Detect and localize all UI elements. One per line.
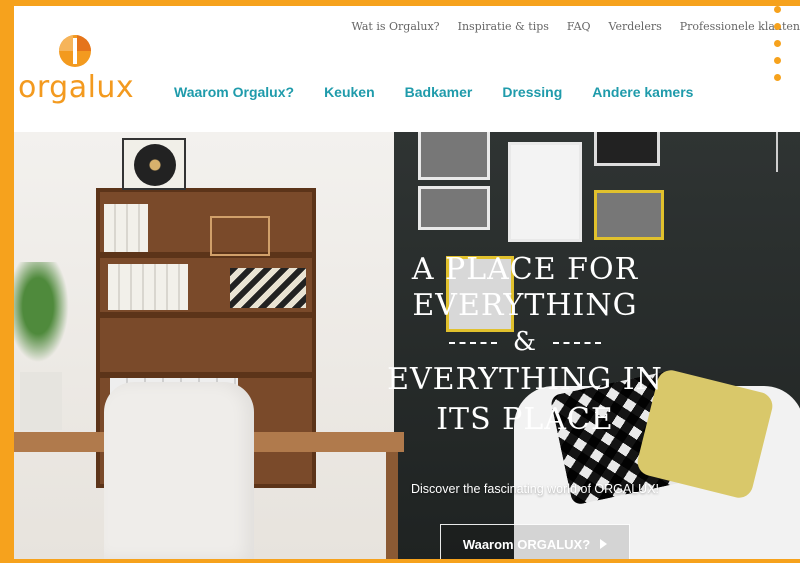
topnav-item-faq[interactable]: FAQ [567,20,591,33]
book-row [104,204,148,252]
vinyl-record-frame [122,138,186,190]
orgalux-logo-icon [59,35,91,67]
hero-headline-line3: EVERYTHING IN ITS PLACE [387,362,663,437]
mainnav-item-andere-kamers[interactable]: Andere kamers [592,84,693,100]
hero-headline-line1: A PLACE FOR EVERYTHING [411,252,639,323]
dashed-divider [448,342,497,344]
wall-picture [594,190,664,240]
shelf-board [100,252,312,258]
potted-plant [14,262,74,372]
hero-subtitle: Discover the fascinating world of ORGALU… [410,482,660,496]
white-chair [104,382,254,559]
webpage: orgalux Wat is Orgalux? Inspiratie & tip… [14,6,800,559]
wall-picture [594,132,660,166]
wall-picture [508,142,582,242]
chevron-storage-box [230,268,306,308]
pendant-lamp-cord [776,132,778,172]
top-navigation: Wat is Orgalux? Inspiratie & tips FAQ Ve… [352,20,800,33]
wall-picture [418,186,490,230]
plant-pot [20,372,62,430]
mainnav-item-badkamer[interactable]: Badkamer [405,84,473,100]
menu-dot [774,23,781,30]
wall-picture [418,132,490,180]
topnav-item-inspiratie[interactable]: Inspiratie & tips [458,20,549,33]
mainnav-item-waarom[interactable]: Waarom Orgalux? [174,84,294,100]
vinyl-disc-icon [134,144,176,186]
mainnav-item-keuken[interactable]: Keuken [324,84,375,100]
logo[interactable]: orgalux [18,30,134,110]
waarom-orgalux-button[interactable]: Waarom ORGALUX? [440,524,630,559]
logo-text: orgalux [18,70,135,105]
menu-dot [774,6,781,13]
main-navigation: Waarom Orgalux? Keuken Badkamer Dressing… [174,84,693,100]
menu-dot [774,57,781,64]
hero-headline: A PLACE FOR EVERYTHING & EVERYTHING IN I… [360,252,690,440]
cta-label: Waarom ORGALUX? [462,536,591,552]
wire-basket [210,216,270,256]
hero-banner: A PLACE FOR EVERYTHING & EVERYTHING IN I… [14,132,800,559]
topnav-item-wat-is-orgalux[interactable]: Wat is Orgalux? [352,20,440,33]
shelf-board [100,312,312,318]
menu-dot [774,40,781,47]
site-header: orgalux Wat is Orgalux? Inspiratie & tip… [14,6,800,132]
hero-ampersand: & [512,327,538,357]
kebab-menu-icon[interactable] [774,6,784,86]
menu-dot [774,74,781,81]
hero-headline-amp-row: & [360,324,690,360]
play-arrow-icon [600,539,608,549]
orange-frame: orgalux Wat is Orgalux? Inspiratie & tip… [0,0,800,563]
desk-leg [386,452,398,559]
topnav-item-verdelers[interactable]: Verdelers [609,20,662,33]
mainnav-item-dressing[interactable]: Dressing [502,84,562,100]
dashed-divider [553,342,602,344]
book-row [108,264,188,310]
